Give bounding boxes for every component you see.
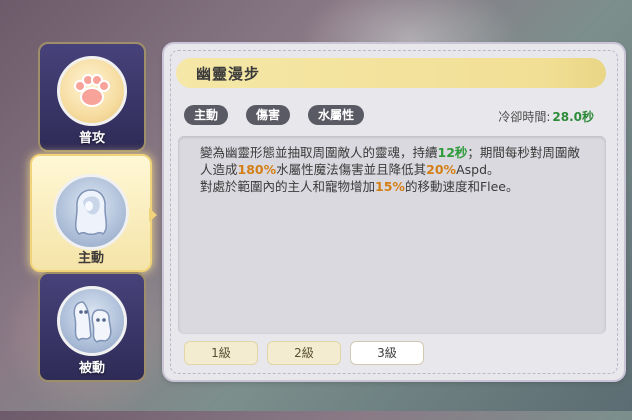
- level-1-button[interactable]: 1級: [184, 341, 258, 365]
- skill-detail-panel: 幽靈漫步 主動 傷害 水屬性 冷卻時間: 28.0秒 變為幽靈形態並抽取周圍敵人的…: [164, 44, 624, 380]
- skill-description: 變為幽靈形態並抽取周圍敵人的靈魂，持續12秒；期間每秒對周圍敵人造成180%水屬…: [200, 144, 590, 195]
- skill-tag-type: 主動: [184, 105, 229, 125]
- desc-speed-value: 15%: [375, 179, 405, 194]
- paw-icon: [74, 74, 110, 107]
- skill-title-bar: 幽靈漫步: [176, 58, 606, 88]
- skill-tab-basic-attack[interactable]: 普攻: [38, 42, 146, 152]
- cooldown-display: 冷卻時間: 28.0秒: [498, 108, 594, 125]
- desc-damage-value: 180%: [237, 162, 277, 177]
- level-3-button[interactable]: 3級: [350, 341, 424, 365]
- skill-tab-passive[interactable]: 被動: [38, 272, 146, 382]
- cooldown-value: 28.0秒: [552, 110, 594, 124]
- desc-text: Aspd。: [456, 162, 500, 177]
- ghost-spirits-icon: [73, 301, 112, 343]
- desc-text: 變為幽靈形態並抽取周圍敵人的靈魂，持續: [200, 145, 438, 160]
- skill-description-box: 變為幽靈形態並抽取周圍敵人的靈魂，持續12秒；期間每秒對周圍敵人造成180%水屬…: [178, 136, 606, 334]
- ghost-woman-icon: [74, 189, 108, 236]
- skill-tag-element: 水屬性: [308, 105, 365, 125]
- skill-tab-active[interactable]: 主動: [30, 154, 152, 272]
- skill-tab-label: 普攻: [78, 131, 105, 146]
- skill-name: 幽靈漫步: [196, 65, 261, 83]
- desc-text: 對處於範圍內的主人和寵物增加: [200, 179, 376, 194]
- skill-tag-category: 傷害: [246, 105, 291, 125]
- skill-tab-label: 被動: [78, 361, 105, 376]
- ghost-woman-icon-circle: [53, 174, 129, 250]
- desc-text: 的移動速度和Flee。: [404, 179, 519, 194]
- desc-duration-value: 12秒: [437, 145, 468, 160]
- active-tab-pointer: [149, 208, 157, 222]
- cooldown-label: 冷卻時間:: [498, 110, 551, 124]
- ghost-spirits-icon-circle: [57, 286, 127, 356]
- desc-text: 水屬性魔法傷害並且降低其: [276, 162, 427, 177]
- paw-icon-circle: [57, 56, 127, 126]
- level-2-button[interactable]: 2級: [267, 341, 341, 365]
- skill-tab-label: 主動: [77, 251, 104, 266]
- desc-aspd-reduction-value: 20%: [426, 162, 457, 177]
